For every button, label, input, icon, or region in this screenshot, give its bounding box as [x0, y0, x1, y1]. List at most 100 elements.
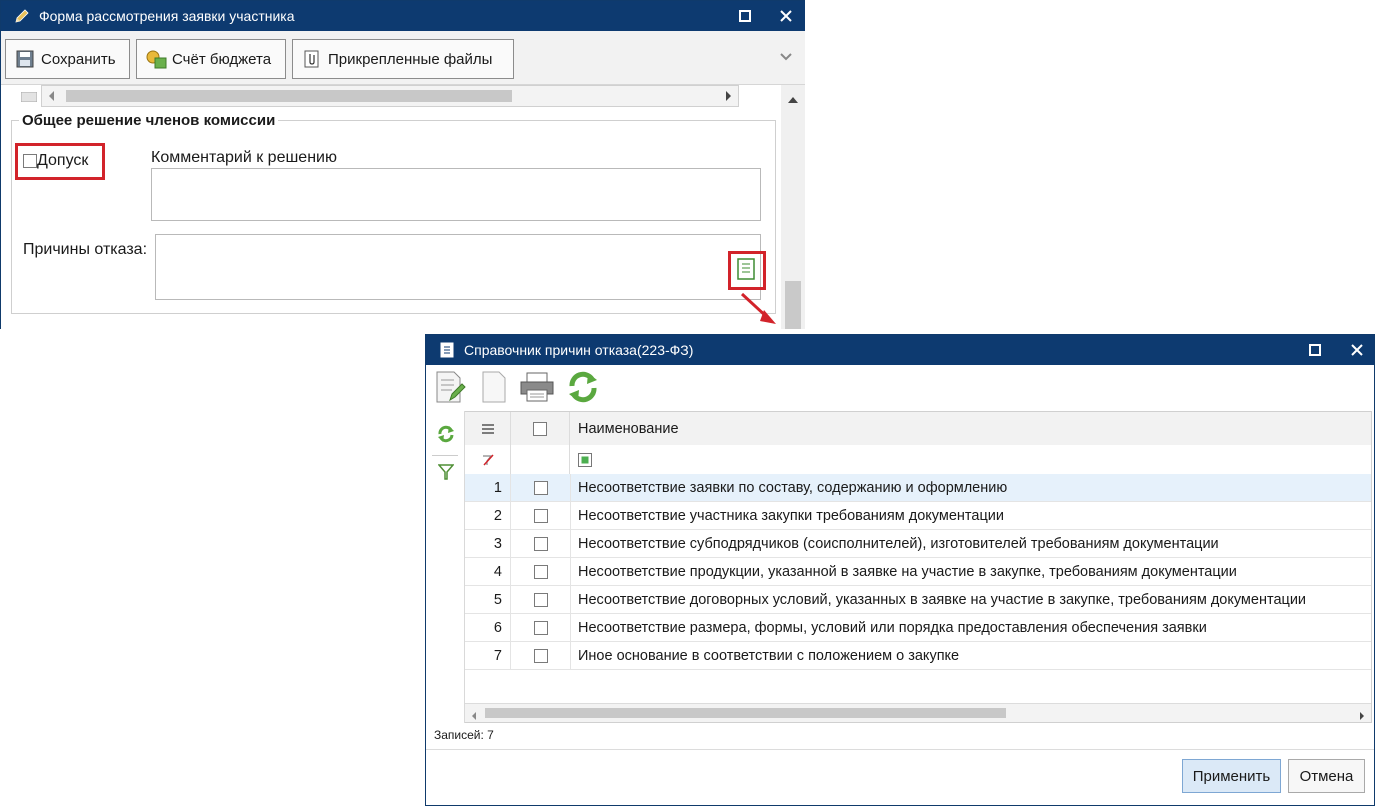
- cancel-button[interactable]: Отмена: [1288, 759, 1365, 793]
- maximize-button[interactable]: [733, 4, 757, 28]
- table-row[interactable]: 1 Несоответствие заявки по составу, соде…: [465, 474, 1371, 502]
- row-number: 7: [465, 642, 511, 669]
- row-checkbox[interactable]: [533, 592, 548, 607]
- review-form-title: Форма рассмотрения заявки участника: [39, 8, 295, 24]
- clear-filter-button[interactable]: [465, 445, 511, 474]
- select-all-box[interactable]: [533, 421, 547, 436]
- sidebar-divider: [432, 455, 458, 456]
- grid-filter-row: [465, 445, 1371, 475]
- commission-decision-title: Общее решение членов комиссии: [19, 112, 279, 129]
- refresh-button[interactable]: [565, 369, 601, 405]
- row-number: 4: [465, 558, 511, 585]
- book-icon: [737, 258, 755, 280]
- row-name: Несоответствие заявки по составу, содерж…: [578, 479, 1008, 496]
- edit-document-button[interactable]: [432, 369, 468, 405]
- horizontal-scroll-thumb[interactable]: [66, 90, 512, 102]
- scroll-up-icon[interactable]: [787, 91, 799, 109]
- maximize-button[interactable]: [1303, 338, 1327, 362]
- budget-account-button[interactable]: Счёт бюджета: [136, 39, 286, 79]
- select-all-checkbox[interactable]: [511, 412, 570, 445]
- table-row[interactable]: 5 Несоответствие договорных условий, ука…: [465, 586, 1371, 614]
- filter-icon[interactable]: [437, 463, 455, 486]
- column-menu-button[interactable]: [465, 412, 511, 445]
- print-button[interactable]: [519, 369, 555, 405]
- directory-icon: [436, 339, 458, 361]
- red-arrow-icon: [740, 292, 776, 324]
- scroll-left-icon[interactable]: [471, 708, 477, 722]
- review-form-window: Форма рассмотрения заявки участника Сохр…: [0, 0, 805, 329]
- row-name: Несоответствие участника закупки требова…: [578, 507, 1004, 524]
- floppy-disk-icon: [14, 48, 36, 70]
- edit-document-icon: [436, 371, 466, 403]
- coins-icon: [145, 48, 167, 70]
- name-filter-button[interactable]: [578, 445, 592, 474]
- chevron-down-icon[interactable]: [779, 49, 795, 65]
- row-number: 2: [465, 502, 511, 529]
- reasons-label: Причины отказа:: [23, 241, 148, 258]
- table-row[interactable]: 3 Несоответствие субподрядчиков (соиспол…: [465, 530, 1371, 558]
- printer-icon: [520, 372, 554, 402]
- new-document-button[interactable]: [476, 369, 512, 405]
- horizontal-scrollbar[interactable]: [41, 85, 739, 107]
- reasons-lookup-button[interactable]: [736, 258, 756, 285]
- row-name: Несоответствие субподрядчиков (соисполни…: [578, 535, 1219, 552]
- apply-button[interactable]: Применить: [1182, 759, 1281, 793]
- refusal-reasons-title: Справочник причин отказа(223-ФЗ): [464, 342, 694, 358]
- refusal-reasons-titlebar[interactable]: Справочник причин отказа(223-ФЗ): [426, 335, 1374, 365]
- vertical-scroll-thumb[interactable]: [785, 281, 801, 329]
- admit-label: Допуск: [37, 152, 89, 169]
- table-row[interactable]: 2 Несоответствие участника закупки требо…: [465, 502, 1371, 530]
- row-number: 1: [465, 474, 511, 501]
- files-label: Прикрепленные файлы: [328, 50, 493, 68]
- row-checkbox[interactable]: [533, 536, 548, 551]
- scroll-right-icon[interactable]: [1359, 708, 1365, 722]
- grid-rows: 1 Несоответствие заявки по составу, соде…: [465, 474, 1371, 670]
- blank-document-icon: [482, 371, 506, 403]
- admit-checkbox-box[interactable]: [23, 153, 37, 168]
- grid-scroll-thumb[interactable]: [485, 708, 1006, 718]
- table-icon: [20, 89, 38, 107]
- clear-filter-icon: [482, 453, 494, 466]
- row-checkbox[interactable]: [533, 620, 548, 635]
- save-label: Сохранить: [41, 50, 116, 68]
- filter-checkbox-cell: [511, 445, 570, 474]
- grid-header: Наименование: [465, 412, 1371, 446]
- vertical-scrollbar[interactable]: [781, 85, 805, 329]
- refresh-grid-icon[interactable]: [437, 425, 455, 448]
- row-number: 6: [465, 614, 511, 641]
- admit-checkbox[interactable]: Допуск: [23, 152, 88, 170]
- attached-files-button[interactable]: Прикрепленные файлы: [292, 39, 514, 79]
- filter-square-icon: [578, 452, 592, 467]
- close-button[interactable]: [1345, 338, 1369, 362]
- table-row[interactable]: 4 Несоответствие продукции, указанной в …: [465, 558, 1371, 586]
- row-checkbox[interactable]: [533, 564, 548, 579]
- row-checkbox[interactable]: [533, 480, 548, 495]
- menu-icon: [481, 423, 494, 434]
- table-row[interactable]: 7 Иное основание в соответствии с положе…: [465, 642, 1371, 670]
- close-button[interactable]: [774, 4, 798, 28]
- grid-horizontal-scrollbar[interactable]: [465, 703, 1371, 722]
- grid-sidebar: [426, 411, 465, 723]
- pencil-icon: [11, 5, 33, 27]
- row-number: 3: [465, 530, 511, 557]
- table-row[interactable]: 6 Несоответствие размера, формы, условий…: [465, 614, 1371, 642]
- comment-label: Комментарий к решению: [151, 149, 337, 166]
- save-button[interactable]: Сохранить: [5, 39, 130, 79]
- comment-field[interactable]: [151, 168, 761, 221]
- refusal-reasons-toolbar: [426, 365, 1374, 409]
- reasons-field[interactable]: [155, 234, 761, 300]
- row-name: Иное основание в соответствии с положени…: [578, 647, 960, 664]
- refresh-icon: [569, 371, 597, 403]
- row-name: Несоответствие договорных условий, указа…: [578, 591, 1307, 608]
- row-checkbox[interactable]: [533, 648, 548, 663]
- scroll-right-icon[interactable]: [724, 89, 732, 107]
- row-number: 5: [465, 586, 511, 613]
- scroll-left-icon[interactable]: [48, 89, 56, 107]
- row-name: Несоответствие размера, формы, условий и…: [578, 619, 1207, 636]
- column-header-name[interactable]: Наименование: [578, 412, 679, 445]
- refusal-reasons-window: Справочник причин отказа(223-ФЗ) Наимено…: [425, 334, 1375, 806]
- row-checkbox[interactable]: [533, 508, 548, 523]
- footer-divider: [426, 749, 1374, 750]
- review-form-titlebar[interactable]: Форма рассмотрения заявки участника: [1, 1, 805, 31]
- records-count: Записей: 7: [434, 728, 494, 742]
